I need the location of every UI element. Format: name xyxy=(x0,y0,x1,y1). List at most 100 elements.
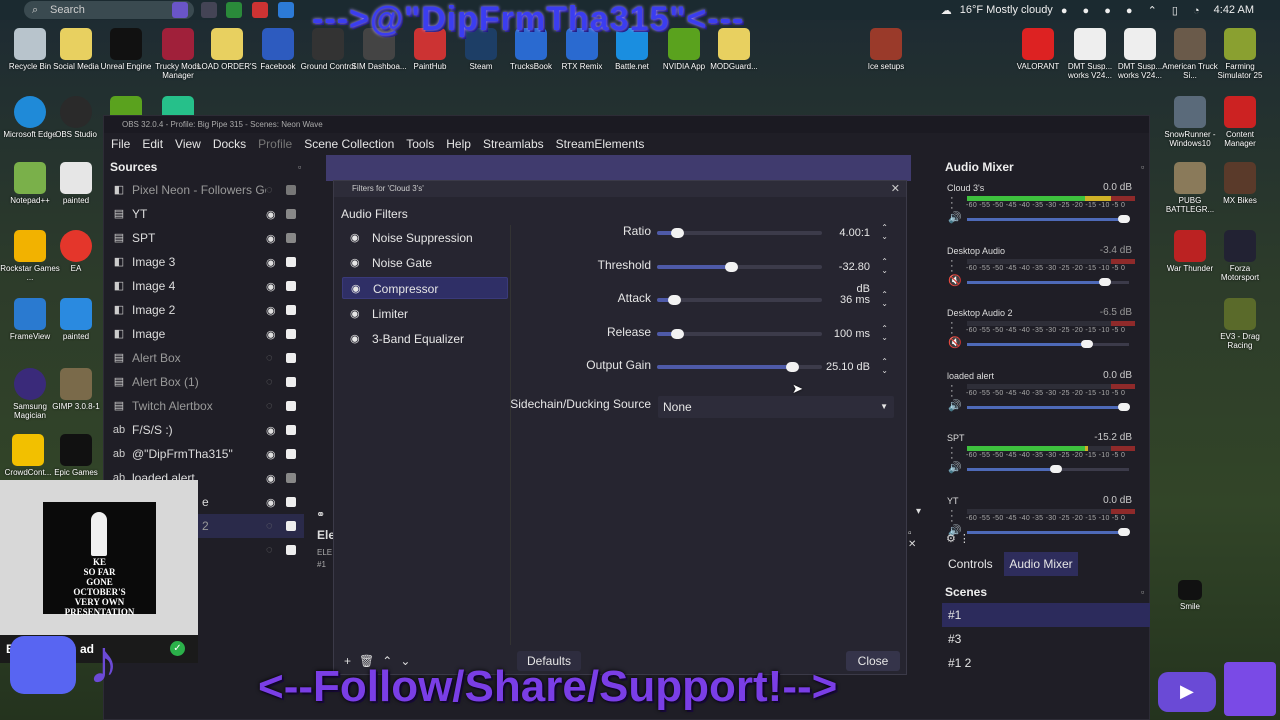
slider-handle[interactable] xyxy=(725,262,739,272)
eye-icon[interactable]: ◉ xyxy=(266,280,280,293)
channel-menu-icon[interactable]: · · · xyxy=(950,380,954,401)
speaker-icon[interactable]: 🔊 xyxy=(948,211,962,224)
undock-icon[interactable]: ▫ xyxy=(298,162,301,172)
menu-tools[interactable]: Tools xyxy=(406,137,434,151)
channel-menu-icon[interactable]: · · · xyxy=(950,506,954,527)
eye-icon[interactable]: ◉ xyxy=(266,256,280,269)
menu-help[interactable]: Help xyxy=(446,137,471,151)
clock[interactable]: 4:42 AM xyxy=(1214,4,1254,16)
scene-item[interactable]: #3 xyxy=(942,627,1150,651)
slider-handle[interactable] xyxy=(667,295,681,305)
link-icon[interactable]: ⚭ xyxy=(316,508,325,521)
source-item[interactable]: ◧ Image ◉ xyxy=(104,322,304,346)
app-icon[interactable] xyxy=(201,2,217,18)
eye-icon[interactable]: ◉ xyxy=(266,472,280,485)
speaker-icon[interactable]: 🔊 xyxy=(948,461,962,474)
menu-streamelements[interactable]: StreamElements xyxy=(556,137,645,151)
eye-icon[interactable]: ◉ xyxy=(266,304,280,317)
desktop-icon-forza[interactable]: Forza Motorsport xyxy=(1210,230,1270,282)
lock-icon[interactable] xyxy=(286,401,296,411)
slider-handle[interactable] xyxy=(1080,340,1093,349)
lock-icon[interactable] xyxy=(286,473,296,483)
eye-icon[interactable]: ◉ xyxy=(350,328,360,350)
slider-handle[interactable] xyxy=(1118,402,1130,411)
eye-icon[interactable]: ◉ xyxy=(266,232,280,245)
app-icon[interactable] xyxy=(278,2,294,18)
eye-hidden-icon[interactable]: ◌ xyxy=(266,352,280,364)
app-icon[interactable] xyxy=(252,2,268,18)
source-item[interactable]: ▤ Alert Box (1) ◌ xyxy=(104,370,304,394)
eye-icon[interactable]: ◉ xyxy=(266,424,280,437)
slider-handle[interactable] xyxy=(786,362,800,372)
lock-icon[interactable] xyxy=(286,233,296,243)
menu-profile[interactable]: Profile xyxy=(258,137,292,151)
desktop-icon-epic[interactable]: Epic Games xyxy=(46,434,106,477)
source-item[interactable]: ▤ Twitch Alertbox ◌ xyxy=(104,394,304,418)
eye-icon[interactable]: ◉ xyxy=(266,496,280,509)
source-item[interactable]: ◧ Image 3 ◉ xyxy=(104,250,304,274)
volume-slider[interactable] xyxy=(967,215,1130,223)
lock-icon[interactable] xyxy=(286,449,296,459)
eye-icon[interactable]: ◉ xyxy=(351,278,361,300)
speaker-icon[interactable]: 🔊 xyxy=(948,399,962,412)
spin-arrows-icon[interactable]: ⌃ ⌄ xyxy=(881,357,888,375)
desktop-icon-farming[interactable]: Farming Simulator 25 xyxy=(1210,28,1270,80)
desktop-icon-ev3[interactable]: EV3 - Drag Racing xyxy=(1210,298,1270,350)
source-item[interactable]: ◧ Pixel Neon - Followers Goal ◌ xyxy=(104,178,304,202)
chevron-down-icon[interactable]: ▾ xyxy=(916,506,921,517)
desktop-icon-ea[interactable]: EA xyxy=(46,230,106,273)
volume-slider[interactable] xyxy=(967,528,1130,536)
prop-spinbox[interactable]: 25.10 dB ⌃ ⌄ xyxy=(824,356,892,378)
source-item[interactable]: ▤ SPT ◉ xyxy=(104,226,304,250)
desktop-icon-content-manager[interactable]: Content Manager xyxy=(1210,96,1270,148)
eye-icon[interactable]: ◉ xyxy=(266,448,280,461)
slider-handle[interactable] xyxy=(670,329,684,339)
tray-icons[interactable]: ● ● ● ● ⌃ ▯ ◔ xyxy=(1061,4,1206,17)
filter-item-selected[interactable]: ◉ Compressor xyxy=(342,277,508,299)
tab-audio-mixer[interactable]: Audio Mixer xyxy=(1004,552,1078,576)
eye-icon[interactable]: ◉ xyxy=(350,252,360,274)
prop-spinbox[interactable]: 100 ms ⌃ ⌄ xyxy=(824,323,892,345)
menu-edit[interactable]: Edit xyxy=(142,137,163,151)
close-icon[interactable]: ▫ ✕ xyxy=(908,528,916,550)
channel-menu-icon[interactable]: · · · xyxy=(950,193,954,214)
desktop-icon-smile[interactable]: Smile xyxy=(1160,580,1220,611)
sidechain-dropdown[interactable]: None ▼ xyxy=(658,396,894,418)
slider-handle[interactable] xyxy=(1049,465,1062,474)
source-item[interactable]: ab @"DipFrmTha315" ◉ xyxy=(104,442,304,466)
speaker-muted-icon[interactable]: 🔇 xyxy=(948,336,962,349)
eye-hidden-icon[interactable]: ◌ xyxy=(266,184,280,196)
source-item[interactable]: ◧ Image 4 ◉ xyxy=(104,274,304,298)
undock-icon[interactable]: ▫ xyxy=(1141,162,1144,172)
lock-icon[interactable] xyxy=(286,329,296,339)
eye-hidden-icon[interactable]: ◌ xyxy=(266,544,280,556)
prop-spinbox[interactable]: 4.00:1 ⌃ ⌄ xyxy=(824,222,892,244)
volume-slider[interactable] xyxy=(967,340,1129,349)
slider-handle[interactable] xyxy=(1118,528,1130,536)
desktop-icon-valorant[interactable]: VALORANT xyxy=(1008,28,1068,71)
app-icon[interactable] xyxy=(172,2,188,18)
volume-slider[interactable] xyxy=(967,277,1129,286)
volume-slider[interactable] xyxy=(967,402,1130,411)
slider-handle[interactable] xyxy=(1118,215,1130,223)
mixer-settings-icon[interactable]: ⚙ ⋮ xyxy=(946,532,970,545)
lock-icon[interactable] xyxy=(286,257,296,267)
eye-icon[interactable]: ◉ xyxy=(266,328,280,341)
lock-icon[interactable] xyxy=(286,545,296,555)
eye-icon[interactable]: ◉ xyxy=(350,303,360,325)
menu-streamlabs[interactable]: Streamlabs xyxy=(483,137,544,151)
menu-view[interactable]: View xyxy=(175,137,201,151)
desktop-icon-unreal[interactable]: Unreal Engine xyxy=(96,28,156,71)
filter-item[interactable]: ◉ Noise Suppression xyxy=(342,227,508,249)
spin-arrows-icon[interactable]: ⌃ ⌄ xyxy=(881,257,888,275)
undock-icon[interactable]: ▫ xyxy=(1141,587,1144,597)
menu-docks[interactable]: Docks xyxy=(213,137,246,151)
desktop-icon-gimp[interactable]: GIMP 3.0.8-1 xyxy=(46,368,106,411)
channel-menu-icon[interactable]: · · · xyxy=(950,255,954,276)
lock-icon[interactable] xyxy=(286,281,296,291)
prop-spinbox[interactable]: 36 ms ⌃ ⌄ xyxy=(824,289,892,311)
lock-icon[interactable] xyxy=(286,377,296,387)
prop-slider[interactable] xyxy=(657,295,822,305)
eye-hidden-icon[interactable]: ◌ xyxy=(266,520,280,532)
filter-item[interactable]: ◉ 3-Band Equalizer xyxy=(342,328,508,350)
